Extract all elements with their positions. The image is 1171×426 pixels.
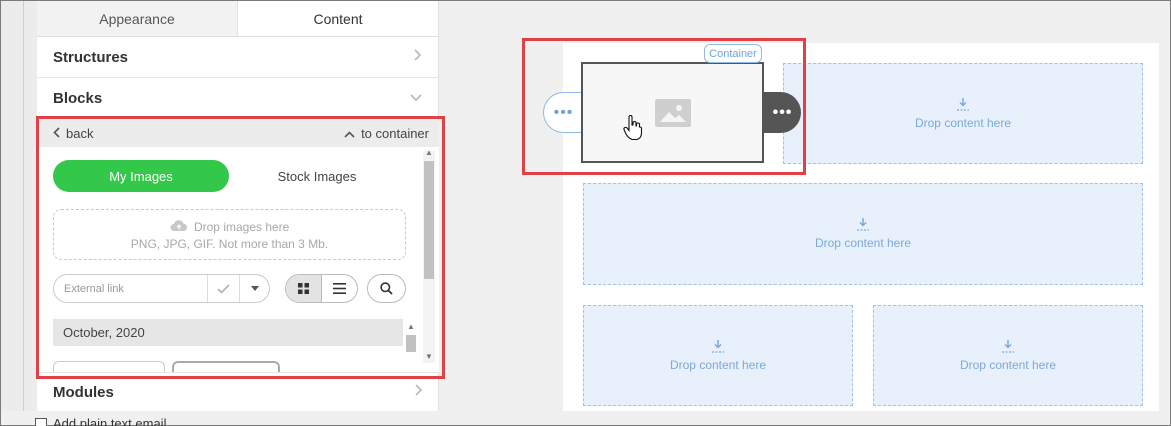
image-thumbnail[interactable] bbox=[172, 361, 280, 372]
scroll-up-arrow-icon[interactable]: ▲ bbox=[407, 322, 415, 331]
drop-zone-label: Drop content here bbox=[914, 115, 1012, 130]
chevron-right-icon bbox=[414, 48, 422, 66]
external-link-input[interactable] bbox=[54, 275, 207, 302]
image-source-tabs: My Images Stock Images bbox=[53, 160, 405, 192]
left-gutter bbox=[1, 1, 37, 411]
app-frame: Appearance Content Structures Blocks bac… bbox=[0, 0, 1171, 426]
panel-tabs: Appearance Content bbox=[37, 1, 438, 37]
modules-label: Modules bbox=[53, 383, 114, 401]
chevron-up-icon bbox=[344, 125, 355, 141]
to-container-button[interactable]: to container bbox=[344, 125, 429, 141]
search-icon bbox=[380, 282, 393, 295]
check-icon bbox=[217, 283, 230, 294]
back-button[interactable]: back bbox=[53, 125, 93, 141]
settings-panel: Appearance Content Structures Blocks bac… bbox=[37, 1, 439, 411]
gallery-scrollbar[interactable]: ▲ bbox=[405, 321, 417, 359]
hand-cursor-icon bbox=[623, 115, 643, 141]
my-images-button[interactable]: My Images bbox=[53, 160, 229, 192]
confirm-link-button[interactable] bbox=[207, 275, 239, 302]
download-icon bbox=[957, 97, 969, 111]
dropzone-title: Drop images here bbox=[193, 220, 290, 234]
caret-down-icon bbox=[250, 286, 259, 291]
link-options-dropdown[interactable] bbox=[239, 275, 269, 302]
tab-appearance[interactable]: Appearance bbox=[37, 1, 238, 36]
panel-scroll-thumb[interactable] bbox=[424, 161, 434, 279]
structures-section[interactable]: Structures bbox=[37, 37, 438, 78]
date-group-header: October, 2020 bbox=[53, 319, 403, 346]
image-dropzone[interactable]: Drop images here PNG, JPG, GIF. Not more… bbox=[53, 209, 406, 260]
list-icon bbox=[333, 283, 346, 294]
view-toggle bbox=[285, 274, 358, 303]
list-view-button[interactable] bbox=[321, 275, 357, 302]
panel-scroll-down-icon[interactable]: ▼ bbox=[425, 353, 433, 361]
image-placeholder-icon bbox=[654, 98, 691, 127]
drop-zone[interactable]: Drop content here bbox=[583, 305, 853, 406]
drop-zone-label: Drop content here bbox=[669, 357, 767, 372]
drop-zone-label: Drop content here bbox=[959, 357, 1057, 372]
structures-label: Structures bbox=[53, 48, 129, 66]
drop-zone[interactable]: Drop content here bbox=[583, 183, 1143, 285]
tab-content[interactable]: Content bbox=[238, 1, 438, 36]
blocks-label: Blocks bbox=[53, 89, 103, 107]
plain-text-label: Add plain text email bbox=[53, 416, 167, 426]
plain-text-checkbox[interactable] bbox=[35, 417, 47, 426]
image-library-scroll-area: My Images Stock Images Drop images here … bbox=[37, 147, 439, 372]
to-container-label: to container bbox=[361, 125, 429, 141]
chevron-right-icon bbox=[415, 383, 423, 401]
chevron-left-icon bbox=[53, 125, 60, 141]
back-bar: back to container bbox=[37, 119, 439, 147]
image-thumbnail[interactable] bbox=[53, 361, 165, 372]
download-icon bbox=[857, 218, 869, 231]
image-block[interactable] bbox=[581, 62, 764, 163]
download-icon bbox=[1002, 339, 1014, 353]
dropzone-hint: PNG, JPG, GIF. Not more than 3 Mb. bbox=[130, 237, 329, 251]
download-icon bbox=[712, 339, 724, 353]
grid-view-button[interactable] bbox=[286, 275, 321, 302]
blocks-panel: back to container My Images Stock Images bbox=[37, 119, 439, 372]
cloud-upload-icon bbox=[170, 220, 194, 234]
modules-section[interactable]: Modules bbox=[37, 372, 439, 411]
drop-zone-label: Drop content here bbox=[814, 236, 912, 250]
drop-zone[interactable]: Drop content here bbox=[783, 63, 1143, 164]
plain-text-option: Add plain text email bbox=[35, 416, 166, 426]
chevron-down-icon bbox=[410, 89, 422, 107]
back-label: back bbox=[66, 125, 94, 141]
drop-zone[interactable]: Drop content here bbox=[873, 305, 1143, 406]
search-button[interactable] bbox=[367, 274, 406, 303]
grid-icon bbox=[298, 283, 309, 294]
container-label: Container bbox=[704, 44, 762, 63]
panel-scroll-up-icon[interactable]: ▲ bbox=[425, 149, 433, 157]
stock-images-button[interactable]: Stock Images bbox=[229, 160, 405, 192]
container-menu-button[interactable]: ••• bbox=[543, 92, 583, 133]
blocks-section[interactable]: Blocks bbox=[37, 78, 438, 119]
gallery-scroll-thumb[interactable] bbox=[406, 335, 416, 352]
external-link-group bbox=[53, 274, 270, 303]
